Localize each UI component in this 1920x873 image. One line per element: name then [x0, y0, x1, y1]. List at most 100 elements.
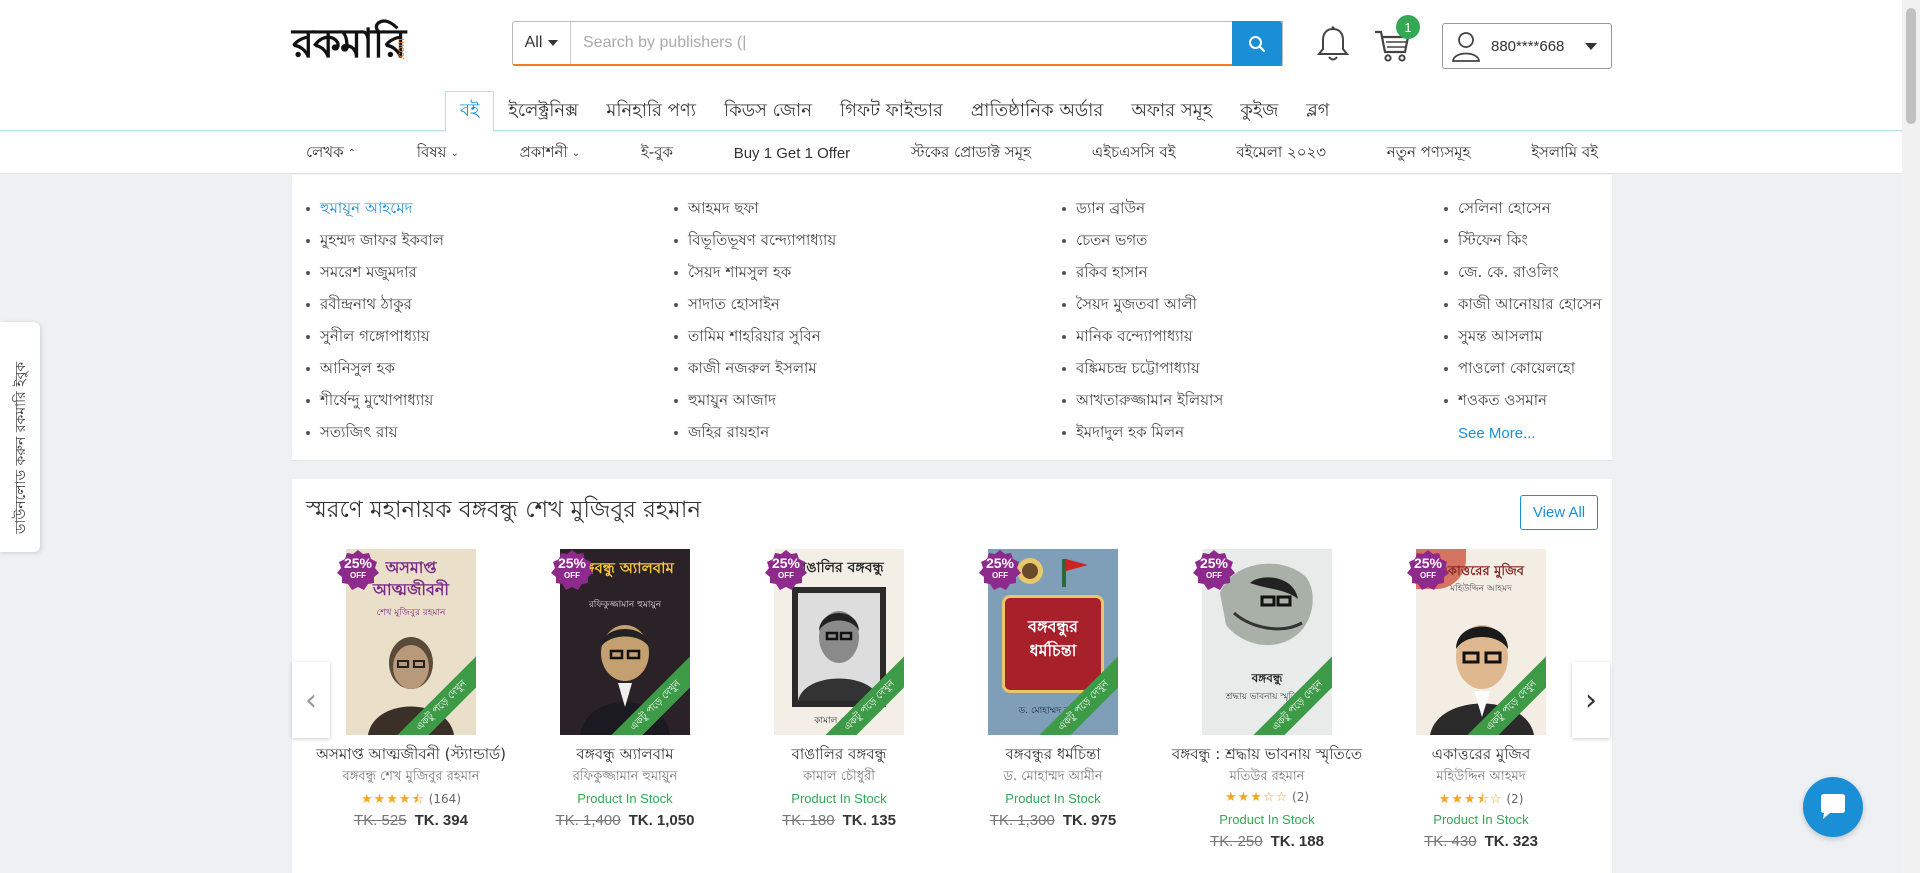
author-link[interactable]: সুমন্ত আসলাম [1444, 321, 1602, 353]
top-header: রকমারি .com All 1 880****668 বই ইলেক্ট্র… [0, 0, 1902, 132]
author-link[interactable]: সৈয়দ মুজতবা আলী [1062, 289, 1223, 321]
subnav-ebook[interactable]: ই-বুক [641, 141, 673, 166]
page-scrollbar[interactable] [1902, 0, 1920, 873]
author-link[interactable]: হুমায়ূন আহমেদ [306, 193, 444, 225]
carousel-prev-button[interactable]: ‹ [292, 662, 330, 738]
author-link[interactable]: আহমদ ছফা [674, 193, 836, 225]
subnav-islamic-books[interactable]: ইসলামি বই [1531, 141, 1598, 166]
author-link[interactable]: বিভূতিভূষণ বন্দ্যোপাধ্যায় [674, 225, 836, 257]
subnav-subjects[interactable]: বিষয় ⌄ [417, 141, 459, 166]
subnav-book-fair[interactable]: বইমেলা ২০২৩ [1236, 141, 1326, 166]
tab-books[interactable]: বই [445, 91, 495, 132]
author-link[interactable]: মানিক বন্দ্যোপাধ্যায় [1062, 321, 1223, 353]
product-card[interactable]: বঙ্গবন্ধু শ্রদ্ধায় ভাবনায় স্মৃতিতে একট… [1160, 549, 1362, 850]
product-author[interactable]: বঙ্গবন্ধু শেখ মুজিবুর রহমান [304, 767, 518, 788]
tab-offers[interactable]: অফার সমূহ [1117, 91, 1226, 131]
tab-institutional-order[interactable]: প্রাতিষ্ঠানিক অর্ডার [957, 91, 1117, 131]
author-link[interactable]: জে. কে. রাওলিং [1444, 257, 1602, 289]
author-link[interactable]: সেলিনা হোসেন [1444, 193, 1602, 225]
review-count: (164) [428, 792, 462, 806]
discount-percent: 25% [1413, 555, 1443, 571]
subnav-buy1get1[interactable]: Buy 1 Get 1 Offer [734, 145, 850, 162]
product-title[interactable]: একাত্তরের মুজিব [1374, 743, 1588, 768]
product-card[interactable]: একাত্তরের মুজিব মহিউদ্দিন আহমদ একটু পড়ে… [1374, 549, 1574, 850]
notification-button[interactable] [1316, 25, 1350, 63]
sub-navigation: লেখক ⌃ বিষয় ⌄ প্রকাশনী ⌄ ই-বুক Buy 1 Get 1… [0, 132, 1902, 174]
author-link[interactable]: জহির রায়হান [674, 417, 836, 449]
carousel-next-button[interactable]: › [1572, 662, 1610, 738]
discount-percent: 25% [985, 555, 1015, 571]
subnav-publishers[interactable]: প্রকাশনী ⌄ [520, 141, 581, 166]
product-title[interactable]: বঙ্গবন্ধু অ্যালবাম [518, 743, 732, 768]
author-link[interactable]: হুমায়ুন আজাদ [674, 385, 836, 417]
product-card[interactable]: বাঙালির বঙ্গবন্ধু কামাল চৌধুরী একটু পড়ে… [732, 549, 932, 829]
product-author[interactable]: মতিউর রহমান [1160, 767, 1374, 788]
bell-icon [1316, 26, 1350, 61]
author-link[interactable]: ড্যান ব্রাউন [1062, 193, 1223, 225]
author-link[interactable]: সাদাত হোসাইন [674, 289, 836, 321]
product-author[interactable]: রফিকুজ্জামান হুমায়ুন [518, 767, 732, 788]
tab-gift-finder[interactable]: গিফট ফাইন্ডার [826, 91, 957, 131]
author-link[interactable]: আখতারুজ্জামান ইলিয়াস [1062, 385, 1223, 417]
subnav-authors[interactable]: লেখক ⌃ [306, 141, 356, 166]
author-link[interactable]: ইমদাদুল হক মিলন [1062, 417, 1223, 449]
author-link[interactable]: কাজী নজরুল ইসলাম [674, 353, 836, 385]
tab-quiz[interactable]: কুইজ [1226, 91, 1292, 131]
author-link[interactable]: রকিব হাসান [1062, 257, 1223, 289]
author-link[interactable]: বঙ্কিমচন্দ্র চট্টোপাধ্যায় [1062, 353, 1223, 385]
site-logo[interactable]: রকমারি .com [292, 20, 407, 70]
product-title[interactable]: বঙ্গবন্ধু : শ্রদ্ধায় ভাবনায় স্মৃতিতে [1160, 743, 1374, 768]
product-card[interactable]: বঙ্গবন্ধু অ্যালবাম রফিকুজ্জামান হুমায়ুন… [518, 549, 718, 829]
view-all-button[interactable]: View All [1520, 495, 1598, 530]
author-link[interactable]: চেতন ভগত [1062, 225, 1223, 257]
author-link[interactable]: রবীন্দ্রনাথ ঠাকুর [306, 289, 444, 321]
product-card[interactable]: বঙ্গবন্ধুর ধর্মচিন্তা ড. মোহাম্মদ আমীন এ… [946, 549, 1146, 829]
star-rating-icon: ★★★★⯪ [360, 792, 425, 807]
author-link[interactable]: শীর্ষেন্দু মুখোপাধ্যায় [306, 385, 444, 417]
author-link[interactable]: স্টিফেন কিং [1444, 225, 1602, 257]
subnav-hsc-books[interactable]: এইচএসসি বই [1092, 141, 1176, 166]
search-category-select[interactable]: All [513, 22, 571, 64]
author-link[interactable]: শওকত ওসমান [1444, 385, 1602, 417]
product-author[interactable]: মহিউদ্দিন আহমদ [1374, 767, 1588, 788]
search-button[interactable] [1232, 21, 1282, 66]
authors-column-2: আহমদ ছফা বিভূতিভূষণ বন্দ্যোপাধ্যায় সৈয়… [674, 193, 836, 449]
author-link[interactable]: মুহম্মদ জাফর ইকবাল [306, 225, 444, 257]
logo-suffix: .com [396, 38, 407, 60]
old-price: TK. 250 [1210, 833, 1263, 850]
subnav-new-products[interactable]: নতুন পণ্যসমূহ [1387, 141, 1471, 166]
user-account-menu[interactable]: 880****668 [1442, 23, 1612, 69]
tab-electronics[interactable]: ইলেক্ট্রনিক্স [494, 91, 592, 131]
subnav-stock-products[interactable]: স্টকের প্রোডাক্ট সমূহ [911, 141, 1031, 166]
logo-text: রকমারি [292, 20, 406, 67]
author-link[interactable]: সমরেশ মজুমদার [306, 257, 444, 289]
discount-badge: 25% OFF [550, 549, 594, 593]
author-link[interactable]: পাওলো কোয়েলহো [1444, 353, 1602, 385]
chevron-down-icon: ⌄ [450, 147, 459, 159]
author-link[interactable]: আনিসুল হক [306, 353, 444, 385]
author-link[interactable]: কাজী আনোয়ার হোসেন [1444, 289, 1602, 321]
cart-count-badge: 1 [1396, 15, 1420, 39]
tab-blog[interactable]: ব্লগ [1292, 91, 1343, 131]
tab-stationery[interactable]: মনিহারি পণ্য [592, 91, 710, 131]
search-input[interactable] [571, 22, 1282, 64]
old-price: TK. 430 [1424, 833, 1477, 850]
author-link[interactable]: সৈয়দ শামসুল হক [674, 257, 836, 289]
product-card[interactable]: অসমাপ্ত আত্মজীবনী শেখ মুজিবুর রহমান একটু… [304, 549, 506, 829]
see-more-link[interactable]: See More... [1444, 417, 1602, 449]
user-phone: 880****668 [1491, 37, 1565, 55]
chat-button[interactable] [1803, 777, 1863, 837]
ebook-download-tab[interactable]: ডাউনলোড করুন রকমারি ইবুক [0, 322, 40, 552]
product-title[interactable]: বাঙালির বঙ্গবন্ধু [732, 743, 946, 768]
author-link[interactable]: সুনীল গঙ্গোপাধ্যায় [306, 321, 444, 353]
product-author[interactable]: কামাল চৌধুরী [732, 767, 946, 788]
author-link[interactable]: সত্যজিৎ রায় [306, 417, 444, 449]
product-author[interactable]: ড. মোহাম্মদ আমীন [946, 767, 1160, 788]
product-title[interactable]: অসমাপ্ত আত্মজীবনী (স্ট্যান্ডার্ড) [304, 743, 518, 768]
discounted-price: TK. 975 [1062, 812, 1117, 829]
tab-kids-zone[interactable]: কিডস জোন [710, 91, 826, 131]
scrollbar-thumb[interactable] [1906, 8, 1916, 124]
product-title[interactable]: বঙ্গবন্ধুর ধর্মচিন্তা [946, 743, 1160, 768]
author-link[interactable]: তামিম শাহরিয়ার সুবিন [674, 321, 836, 353]
discount-percent: 25% [1199, 555, 1229, 571]
